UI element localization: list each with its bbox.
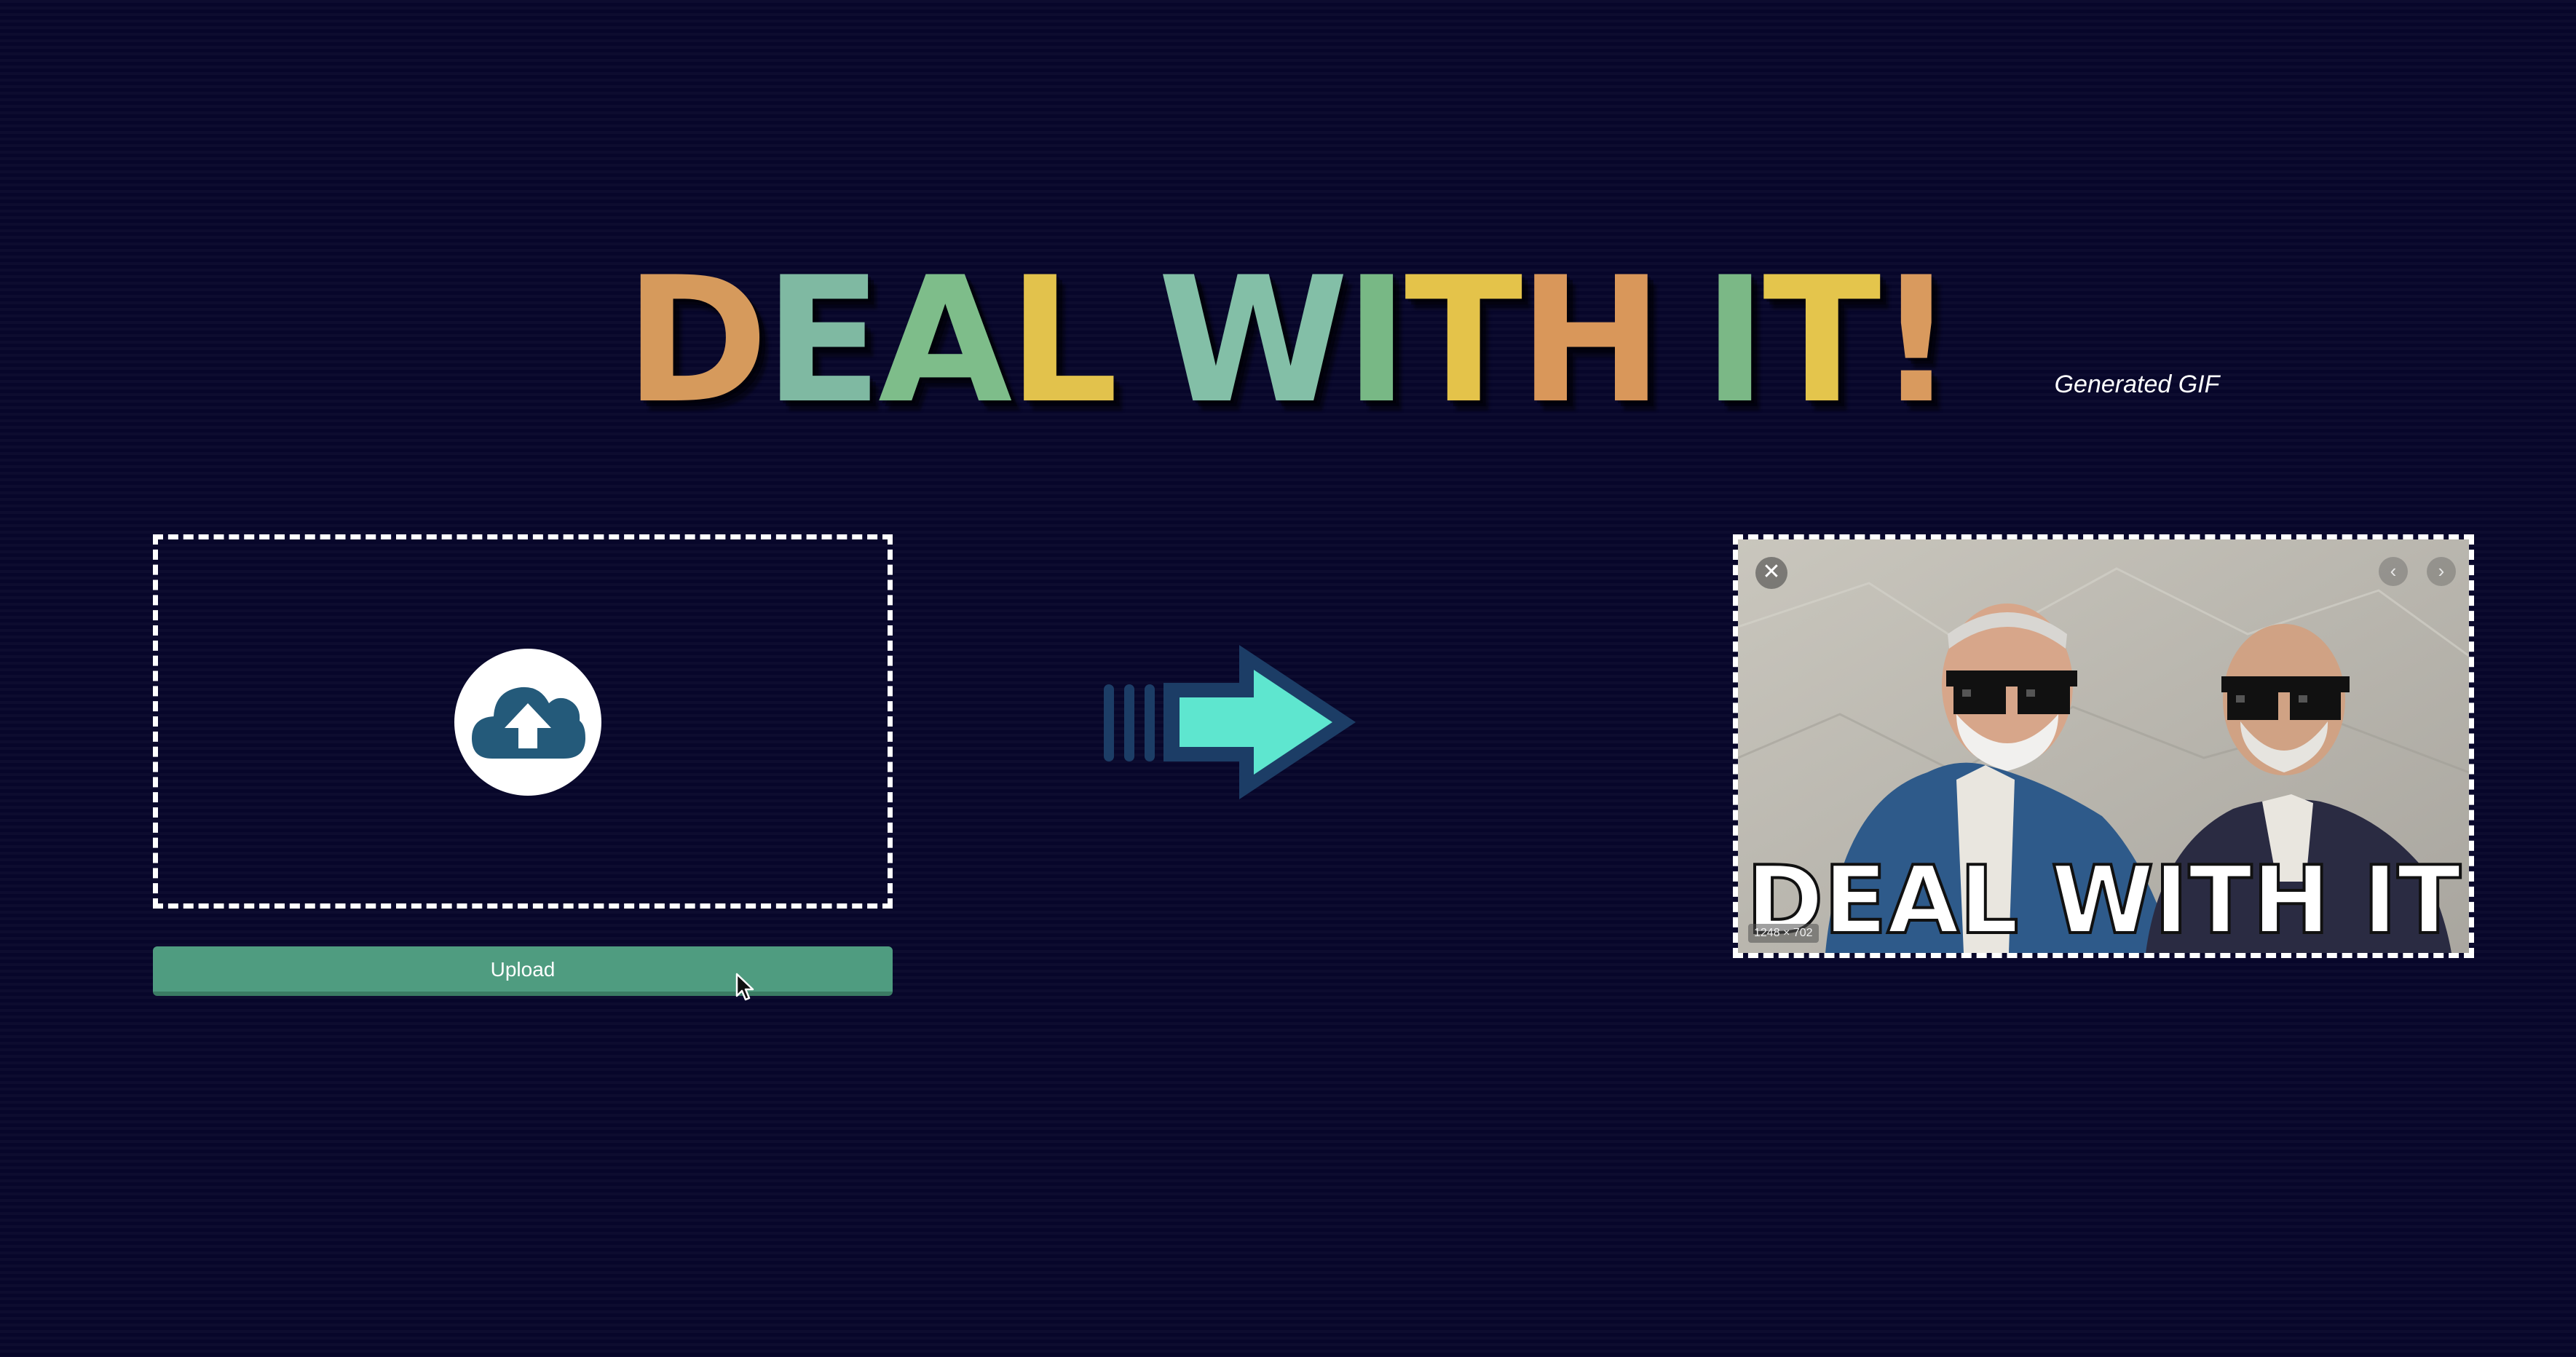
file-dropzone[interactable] (153, 534, 893, 909)
title-letter: D (624, 240, 769, 443)
title-letter: ! (1876, 240, 1956, 443)
chevron-left-icon[interactable]: ‹ (2379, 557, 2408, 586)
title-letter: T (1404, 240, 1522, 443)
image-dimensions-label: 1248 × 702 (1748, 924, 1819, 943)
title-letter: I (1702, 240, 1768, 443)
generated-gif-image: DEAL WITH IT (1738, 539, 2469, 953)
arrow-right-icon (1099, 641, 1362, 807)
page-title: DEAL WITH IT! (0, 254, 2576, 429)
title-letter: T (1763, 240, 1881, 443)
upload-button[interactable]: Upload (153, 946, 893, 996)
mouse-cursor-icon (735, 973, 756, 1005)
cloud-upload-icon[interactable] (454, 649, 601, 796)
title-letter: A (878, 240, 1012, 443)
meme-caption-text: DEAL WITH IT (1746, 847, 2461, 953)
title-letter: W (1157, 240, 1349, 443)
chevron-right-icon[interactable]: › (2427, 557, 2456, 586)
generated-gif-caption: Generated GIF (2054, 371, 2220, 398)
generated-gif-preview: DEAL WITH IT ✕ ‹ › 1248 × 702 (1733, 534, 2474, 958)
title-letter: E (764, 240, 883, 443)
title-letter: L (1008, 240, 1118, 443)
title-letter: H (1518, 240, 1663, 443)
close-icon[interactable]: ✕ (1755, 557, 1787, 589)
title-letter: I (1344, 240, 1409, 443)
